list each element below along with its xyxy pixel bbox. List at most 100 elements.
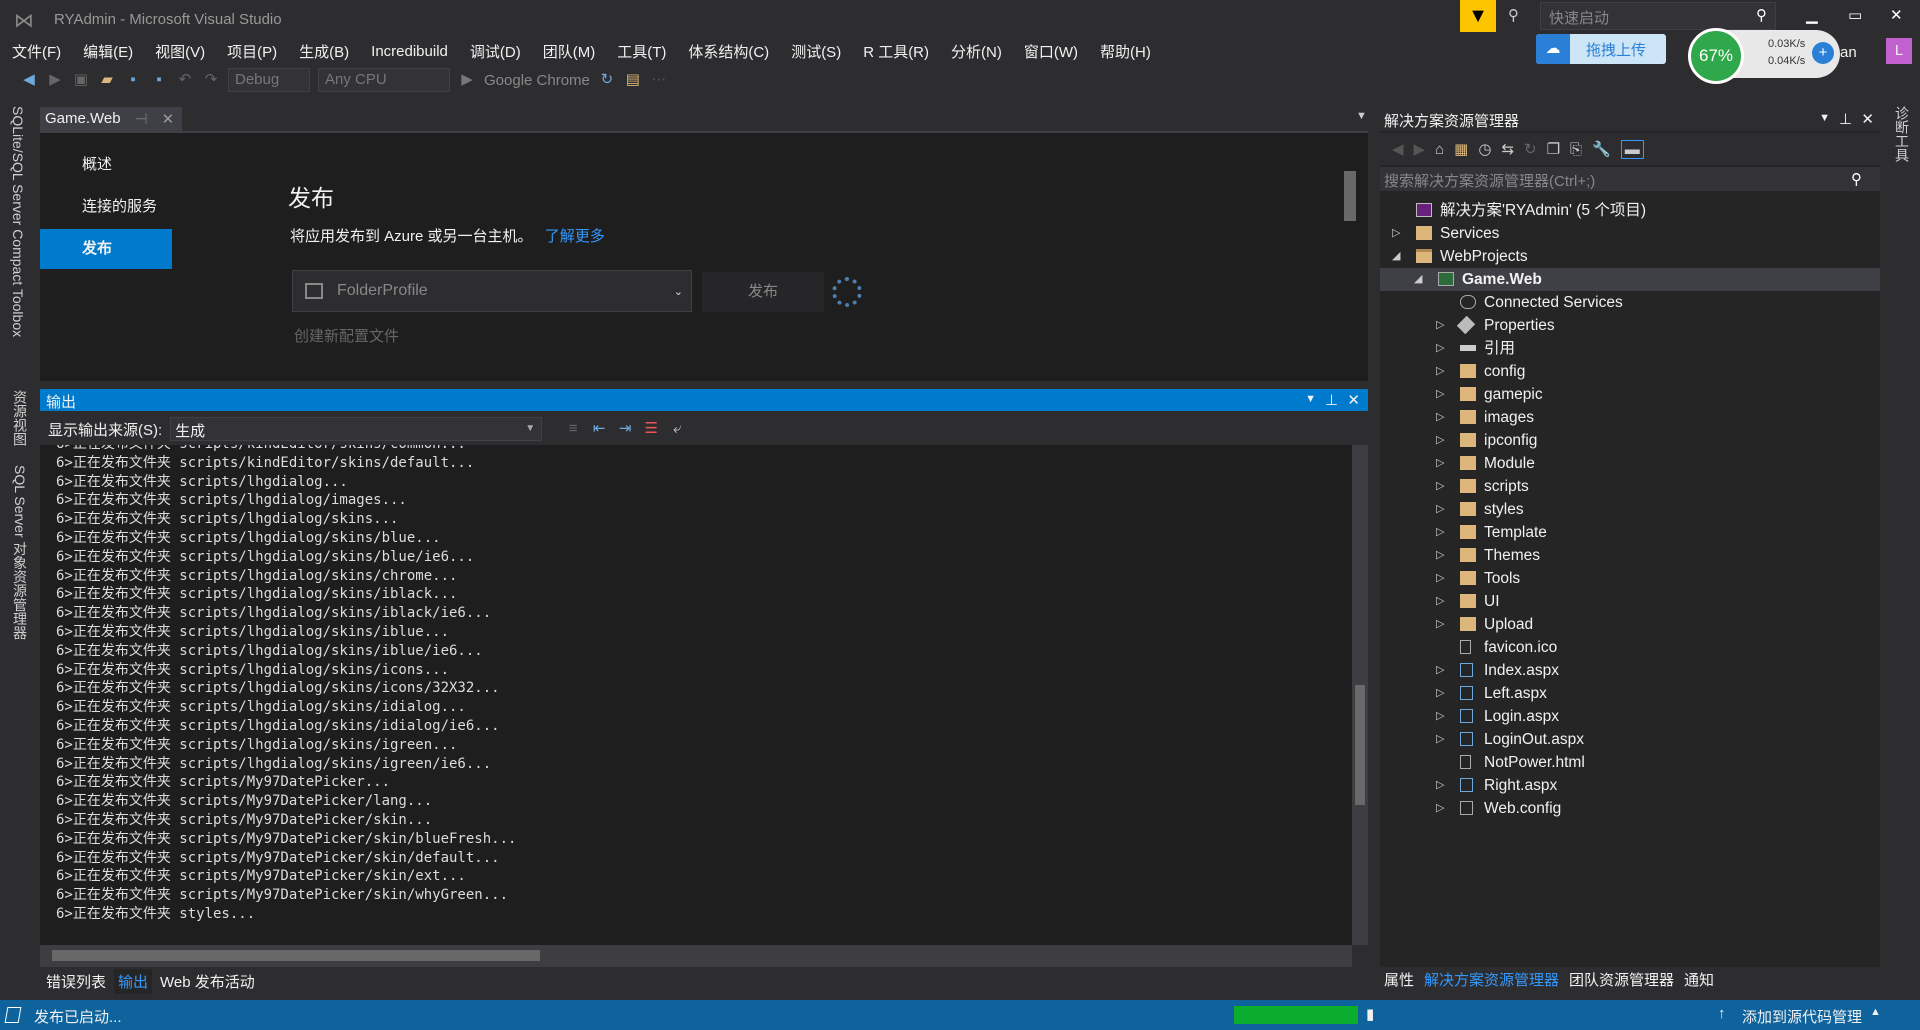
tree-item[interactable]: ▷ 引用 <box>1380 337 1880 360</box>
menu-item[interactable]: 体系结构(C) <box>688 41 769 62</box>
solution-search-input[interactable]: 搜索解决方案资源管理器(Ctrl+;) ⚲ <box>1380 167 1880 191</box>
close-tab-icon[interactable]: ✕ <box>162 110 175 128</box>
expand-arrow-icon[interactable]: ▷ <box>1436 590 1448 613</box>
tree-item[interactable]: favicon.ico <box>1380 636 1880 659</box>
expand-arrow-icon[interactable]: ▷ <box>1436 774 1448 797</box>
tab-team-explorer[interactable]: 团队资源管理器 <box>1569 969 1674 990</box>
menu-item[interactable]: 生成(B) <box>299 41 349 62</box>
menu-item[interactable]: 团队(M) <box>543 41 596 62</box>
tree-item[interactable]: ▷ UI <box>1380 590 1880 613</box>
open-icon[interactable]: ▰ <box>98 71 116 89</box>
feedback-icon[interactable]: ⚲ <box>1508 6 1519 24</box>
menu-item[interactable]: 工具(T) <box>617 41 666 62</box>
menu-item[interactable]: 调试(D) <box>470 41 521 62</box>
tab-solution-explorer[interactable]: 解决方案资源管理器 <box>1424 969 1559 990</box>
menu-item[interactable]: 项目(P) <box>227 41 277 62</box>
preview-icon[interactable]: ▬ <box>1620 139 1644 159</box>
platform-select[interactable]: Any CPU <box>318 68 450 92</box>
doc-vertical-scrollbar[interactable] <box>1342 147 1358 297</box>
expand-arrow-icon[interactable]: ▷ <box>1436 452 1448 475</box>
word-wrap-icon[interactable]: ⤶ <box>668 420 686 438</box>
tree-item[interactable]: ▷ images <box>1380 406 1880 429</box>
previous-message-icon[interactable]: ⇤ <box>590 420 608 438</box>
back-icon[interactable]: ◀ <box>20 71 38 89</box>
menu-item[interactable]: Incredibuild <box>371 43 448 60</box>
expand-arrow-icon[interactable]: ▷ <box>1436 567 1448 590</box>
expand-arrow-icon[interactable]: ▷ <box>1436 383 1448 406</box>
output-vertical-scrollbar[interactable] <box>1352 445 1368 945</box>
tree-item[interactable]: NotPower.html <box>1380 751 1880 774</box>
expand-arrow-icon[interactable]: ▷ <box>1392 222 1404 245</box>
find-message-icon[interactable]: ≡ <box>564 420 582 438</box>
expand-arrow-icon[interactable]: ▷ <box>1436 682 1448 705</box>
find-in-files-icon[interactable]: ▤ <box>624 71 642 89</box>
tree-item[interactable]: ▷ Services <box>1380 222 1880 245</box>
tree-item[interactable]: ▷ scripts <box>1380 475 1880 498</box>
expand-arrow-icon[interactable]: ▷ <box>1436 360 1448 383</box>
forward-icon[interactable]: ▶ <box>1414 140 1426 158</box>
pin-icon[interactable]: ⊥ <box>1325 391 1338 409</box>
upload-widget[interactable]: ☁ 拖拽上传 <box>1536 34 1666 64</box>
tree-item[interactable]: Connected Services <box>1380 291 1880 314</box>
tree-item[interactable]: 解决方案'RYAdmin' (5 个项目) <box>1380 199 1880 222</box>
collapse-arrow-icon[interactable]: ◢ <box>1414 268 1426 291</box>
resource-view-tab[interactable]: 资源视图 <box>10 390 30 446</box>
menu-item[interactable]: 帮助(H) <box>1100 41 1151 62</box>
tab-output[interactable]: 输出 <box>114 968 153 994</box>
chevron-up-icon[interactable]: ▲ <box>1870 1006 1881 1018</box>
output-horizontal-scrollbar[interactable] <box>40 945 1352 967</box>
user-name[interactable]: an <box>1840 44 1857 61</box>
close-panel-icon[interactable]: ✕ <box>1861 110 1874 128</box>
minimize-button[interactable]: ▁ <box>1806 6 1818 24</box>
expand-arrow-icon[interactable]: ▷ <box>1436 659 1448 682</box>
new-project-icon[interactable]: ▣ <box>72 71 90 89</box>
add-to-source-control-button[interactable]: 添加到源代码管理 <box>1742 1006 1862 1027</box>
next-message-icon[interactable]: ⇥ <box>616 420 634 438</box>
tree-item[interactable]: ▷ Tools <box>1380 567 1880 590</box>
pin-icon[interactable]: ⊥ <box>1839 110 1852 128</box>
tree-item[interactable]: ▷ Template <box>1380 521 1880 544</box>
tab-overflow-icon[interactable]: ▼ <box>1356 110 1367 122</box>
output-text[interactable]: 6>正在发布文件夹 scripts/kindEditor/skins/commo… <box>40 445 1352 945</box>
nav-connected-services[interactable]: 连接的服务 <box>40 187 172 227</box>
tree-item[interactable]: ▷ config <box>1380 360 1880 383</box>
forward-icon[interactable]: ▶ <box>46 71 64 89</box>
home-icon[interactable]: ⌂ <box>1435 141 1444 158</box>
menu-item[interactable]: 测试(S) <box>791 41 841 62</box>
expand-arrow-icon[interactable]: ▷ <box>1436 728 1448 751</box>
expand-arrow-icon[interactable]: ▷ <box>1436 337 1448 360</box>
tab-game-web[interactable]: Game.Web ⊣ ✕ <box>40 107 182 131</box>
menu-item[interactable]: 文件(F) <box>12 41 61 62</box>
expand-arrow-icon[interactable]: ▷ <box>1436 314 1448 337</box>
tab-web-publish-activity[interactable]: Web 发布活动 <box>160 971 255 992</box>
clear-all-icon[interactable]: ☰ <box>642 420 660 438</box>
pending-changes-icon[interactable]: ◷ <box>1478 140 1491 158</box>
configuration-select[interactable]: Debug <box>228 68 310 92</box>
close-panel-icon[interactable]: ✕ <box>1347 391 1360 409</box>
output-source-select[interactable]: 生成 ▼ <box>170 417 543 441</box>
scroll-thumb[interactable] <box>1355 685 1365 805</box>
panel-menu-icon[interactable]: ▼ <box>1305 393 1316 405</box>
tree-item[interactable]: ▷ ipconfig <box>1380 429 1880 452</box>
scroll-thumb[interactable] <box>52 950 540 961</box>
menu-item[interactable]: 分析(N) <box>951 41 1002 62</box>
notification-flag-icon[interactable]: ▼ <box>1460 0 1496 32</box>
expand-arrow-icon[interactable]: ▷ <box>1436 475 1448 498</box>
pin-icon[interactable]: ⊣ <box>135 110 148 128</box>
menu-item[interactable]: 视图(V) <box>155 41 205 62</box>
tree-item[interactable]: ▷ Web.config <box>1380 797 1880 820</box>
quick-launch-input[interactable]: 快速启动 ⚲ <box>1540 2 1776 30</box>
tree-item[interactable]: ▷ Properties <box>1380 314 1880 337</box>
save-icon[interactable]: ▪ <box>124 71 142 89</box>
tree-item[interactable]: ▷ Module <box>1380 452 1880 475</box>
tree-item[interactable]: ◢ Game.Web <box>1380 268 1880 291</box>
sql-server-explorer-tab[interactable]: SQL Server 对象资源管理器 <box>10 465 30 640</box>
sqlite-toolbox-tab[interactable]: SQLite/SQL Server Compact Toolbox <box>10 106 26 337</box>
tree-item[interactable]: ▷ Right.aspx <box>1380 774 1880 797</box>
expand-arrow-icon[interactable]: ▷ <box>1436 406 1448 429</box>
properties-icon[interactable]: 🔧 <box>1592 140 1611 158</box>
add-icon[interactable]: + <box>1812 42 1834 64</box>
expand-arrow-icon[interactable]: ▷ <box>1436 498 1448 521</box>
toolbar-misc-icon[interactable]: ⋯ <box>650 71 668 89</box>
create-profile-link[interactable]: 创建新配置文件 <box>294 325 399 346</box>
